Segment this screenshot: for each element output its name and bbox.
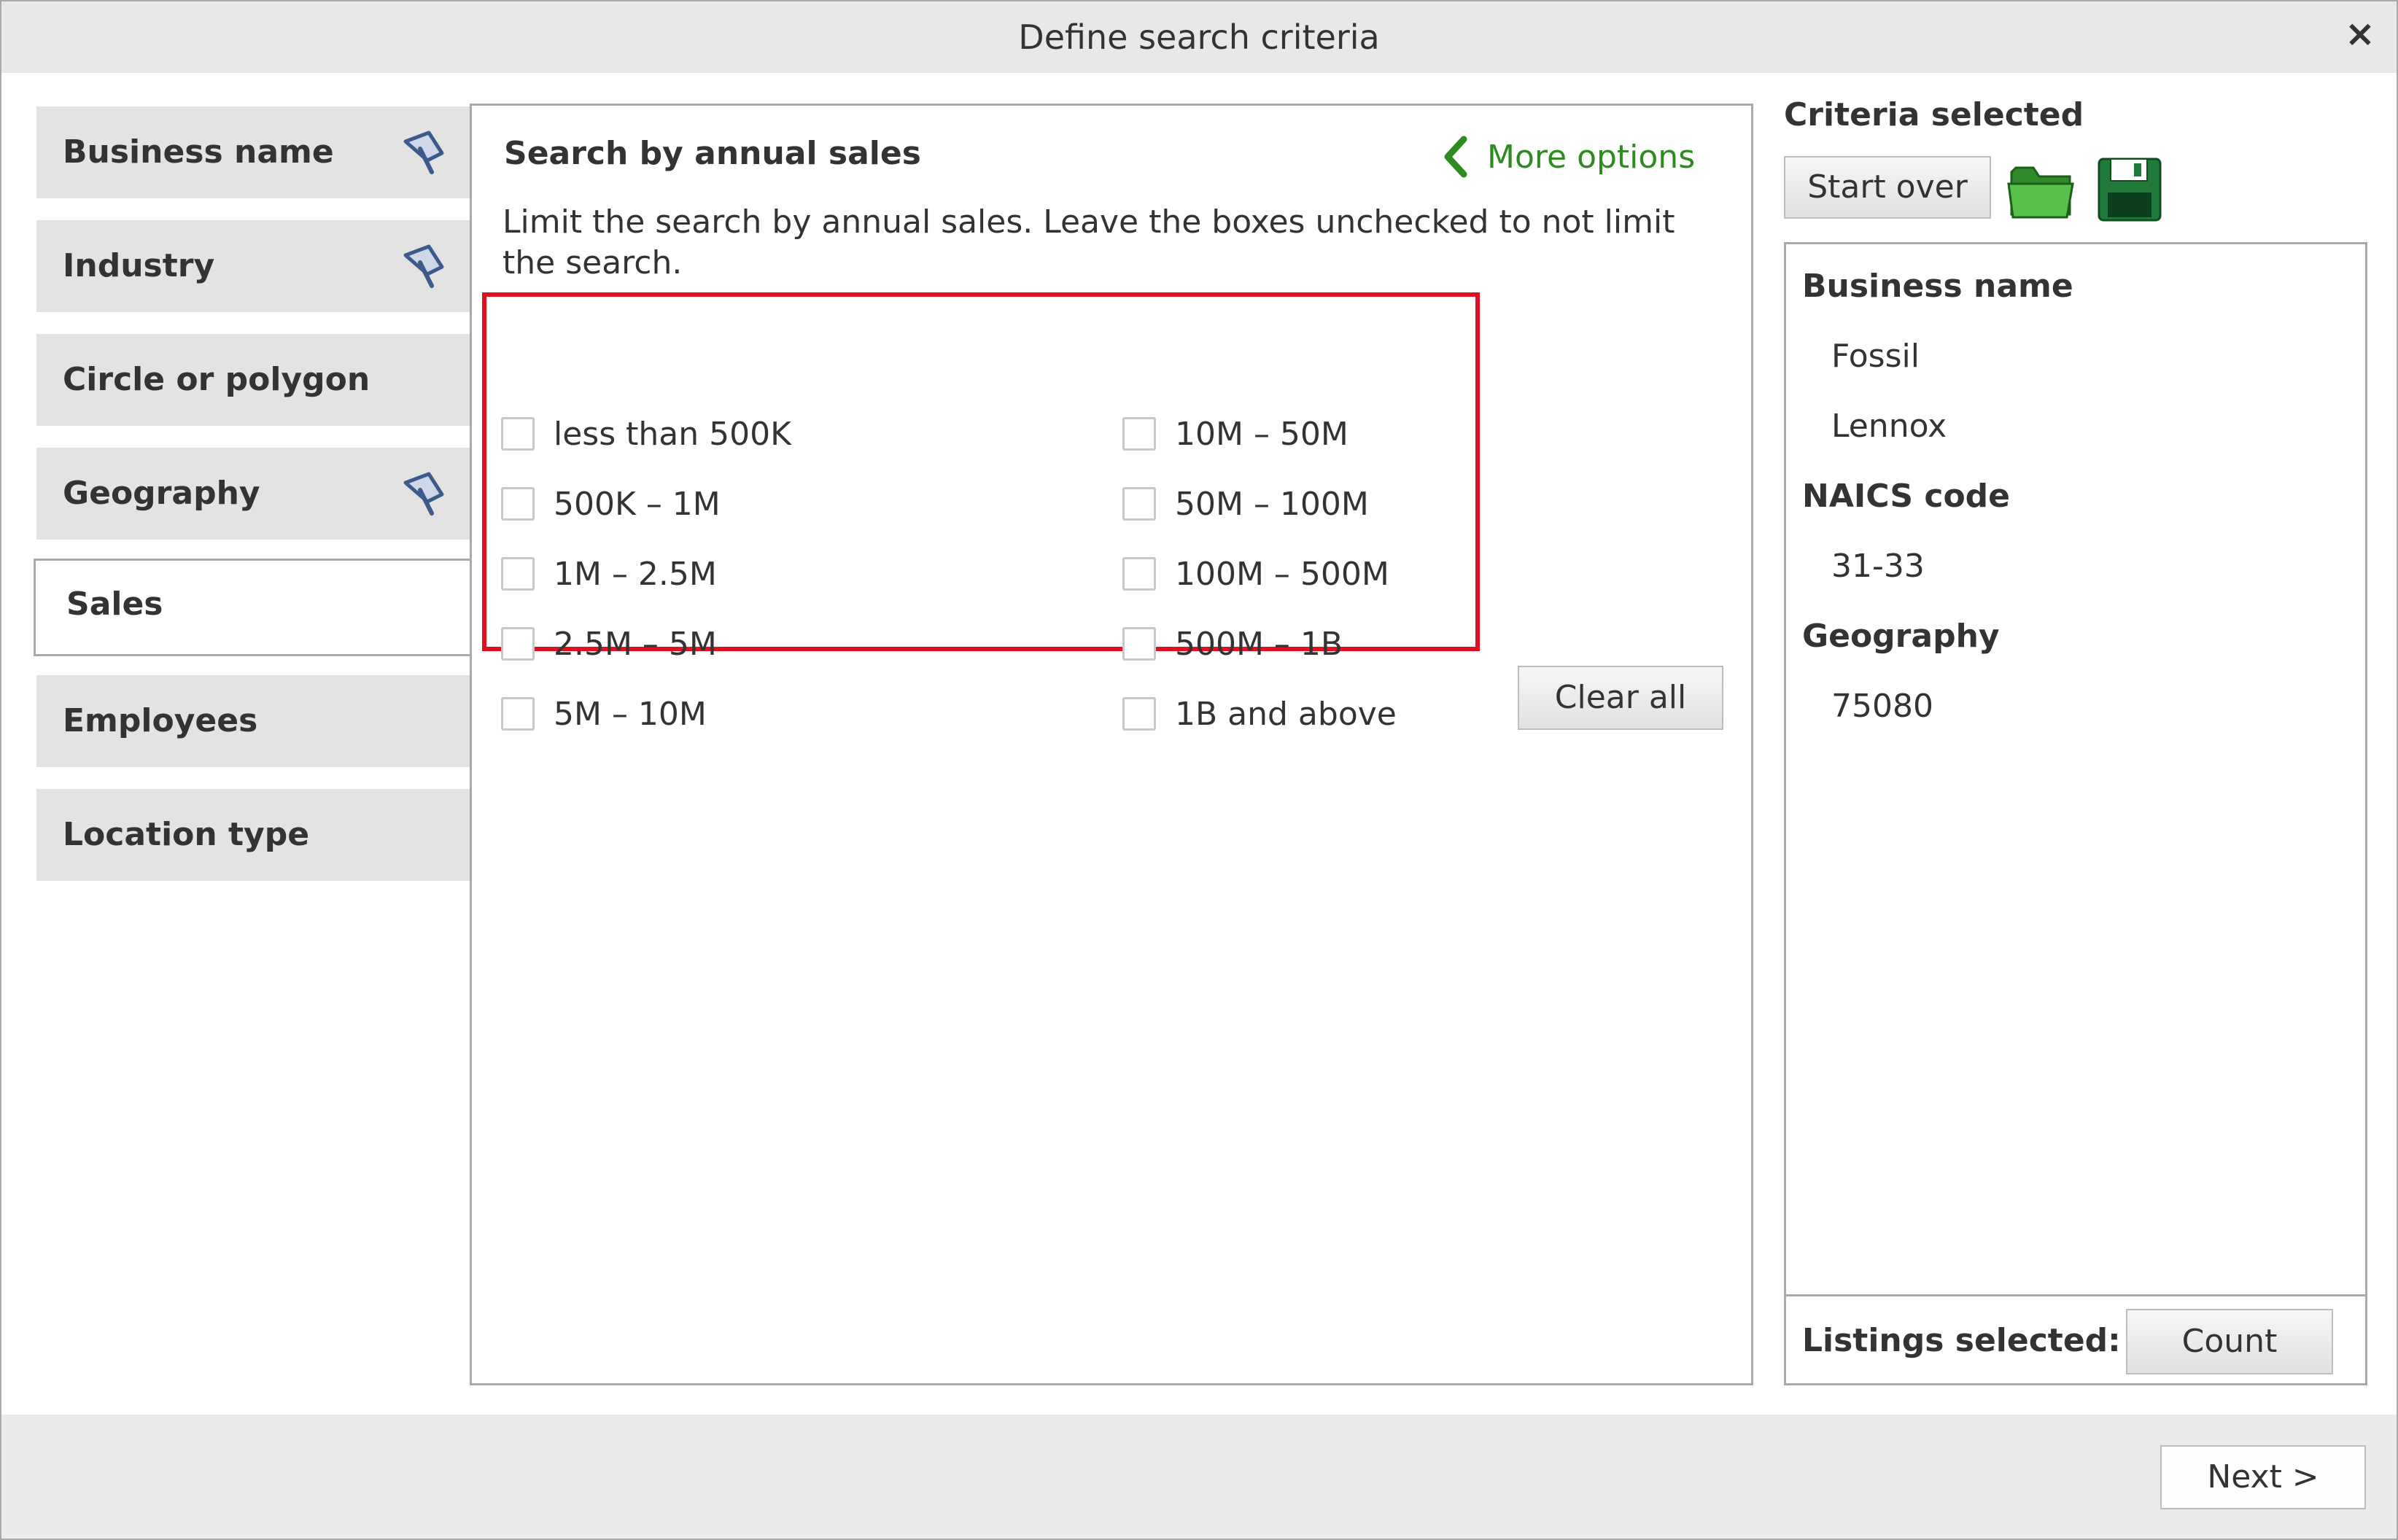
sales-option-5m-10m[interactable]: 5M – 10M [501,692,707,736]
option-label: 5M – 10M [554,695,707,733]
criteria-group-heading: Geography [1802,618,2000,655]
checkbox[interactable] [501,627,535,661]
criteria-divider [1786,1294,2365,1296]
dialog-title: Define search criteria [1018,18,1380,57]
close-icon[interactable]: × [2340,13,2380,54]
sales-option-100m-500m[interactable]: 100M – 500M [1122,552,1389,596]
checkbox[interactable] [501,417,535,451]
criteria-group-heading: Business name [1802,268,2073,305]
checkbox[interactable] [501,697,535,731]
checkbox[interactable] [1122,697,1156,731]
option-label: 10M – 50M [1175,415,1349,453]
define-search-criteria-dialog: Define search criteria × Business name I… [0,0,2398,1540]
sales-options-highlight [482,292,1480,651]
option-label: 2.5M – 5M [554,625,717,663]
sidebar-item-employees[interactable]: Employees [36,675,470,767]
option-label: 500M – 1B [1175,625,1343,663]
option-label: 1B and above [1175,695,1397,733]
pushpin-icon [403,472,444,516]
sales-option-2-5m-5m[interactable]: 2.5M – 5M [501,622,717,666]
criteria-value: Lennox [1831,408,1947,445]
option-label: 500K – 1M [554,485,721,523]
option-label: 50M – 100M [1175,485,1369,523]
sidebar-item-label: Geography [63,475,260,512]
sales-panel: Search by annual sales More options Limi… [470,104,1753,1385]
more-options-label: More options [1487,138,1696,176]
next-button[interactable]: Next > [2160,1445,2366,1509]
sidebar-item-circle-or-polygon[interactable]: Circle or polygon [36,334,470,426]
pushpin-icon [403,244,444,288]
chevron-left-icon [1444,136,1467,178]
sales-option-500k-1m[interactable]: 500K – 1M [501,482,721,526]
criteria-value: 31-33 [1831,548,1925,585]
count-button[interactable]: Count [2126,1309,2333,1374]
sidebar-item-location-type[interactable]: Location type [36,789,470,881]
sidebar-item-label: Industry [63,247,215,284]
criteria-value: Fossil [1831,338,1920,375]
criteria-selected-box: Business name Fossil Lennox NAICS code 31-33… [1784,242,2367,1385]
sidebar-item-industry[interactable]: Industry [36,220,470,312]
option-label: less than 500K [554,415,791,453]
checkbox[interactable] [1122,557,1156,591]
start-over-button[interactable]: Start over [1784,156,1991,219]
option-label: 1M – 2.5M [554,555,717,593]
sidebar-item-label: Circle or polygon [63,361,370,398]
checkbox[interactable] [1122,417,1156,451]
panel-description: Limit the search by annual sales. Leave … [503,203,1675,281]
sales-option-1m-2-5m[interactable]: 1M – 2.5M [501,552,717,596]
sidebar-item-label: Location type [63,816,310,853]
more-options-link[interactable]: More options [1442,135,1695,179]
folder-icon[interactable] [2006,156,2079,223]
criteria-group-heading: NAICS code [1802,478,2011,515]
checkbox[interactable] [1122,627,1156,661]
pushpin-icon [403,131,444,174]
sidebar-item-label: Business name [63,133,334,171]
criteria-list: Business name Fossil Lennox NAICS code 31-33… [1802,252,2342,1272]
title-bar: Define search criteria × [1,1,2397,73]
checkbox[interactable] [501,557,535,591]
sales-option-50m-100m[interactable]: 50M – 100M [1122,482,1369,526]
sidebar-item-geography[interactable]: Geography [36,448,470,540]
sidebar-item-label: Sales [66,586,163,623]
sidebar-item-sales[interactable]: Sales [34,559,471,656]
sidebar-item-label: Employees [63,702,258,739]
sales-option-less-than-500k[interactable]: less than 500K [501,412,791,456]
panel-title: Search by annual sales [504,135,921,172]
sales-option-1b-and-above[interactable]: 1B and above [1122,692,1397,736]
sales-option-10m-50m[interactable]: 10M – 50M [1122,412,1349,456]
listings-selected-label: Listings selected: [1802,1322,2121,1359]
sales-option-500m-1b[interactable]: 500M – 1B [1122,622,1343,666]
option-label: 100M – 500M [1175,555,1389,593]
floppy-disk-icon[interactable] [2096,156,2163,223]
criteria-selected-title: Criteria selected [1784,96,2084,133]
criteria-value: 75080 [1831,688,1933,725]
checkbox[interactable] [1122,487,1156,521]
clear-all-button[interactable]: Clear all [1518,666,1723,730]
checkbox[interactable] [501,487,535,521]
dialog-footer [1,1415,2397,1539]
sidebar-item-business-name[interactable]: Business name [36,106,470,198]
